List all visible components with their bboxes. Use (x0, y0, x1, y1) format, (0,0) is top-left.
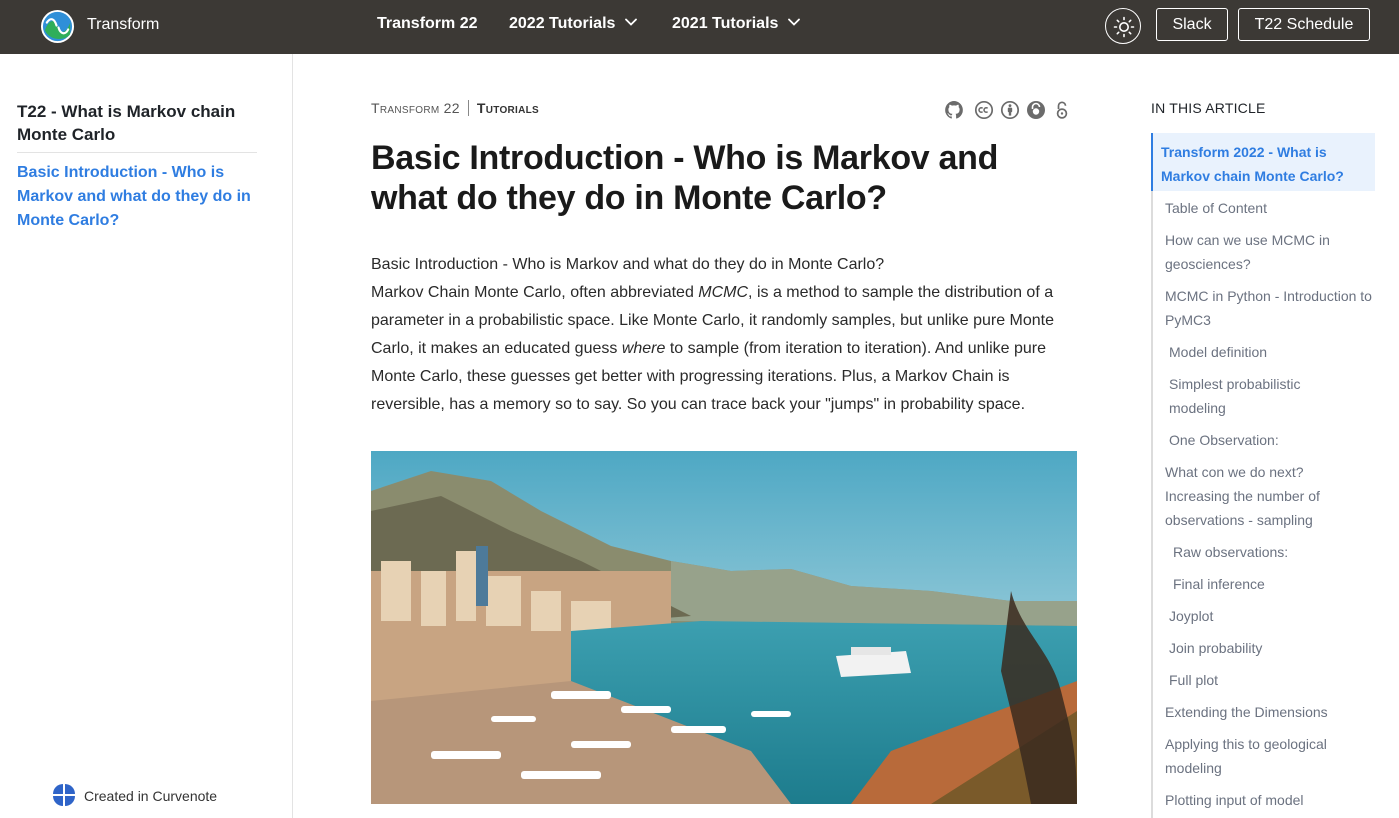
toc-item[interactable]: Raw observations: (1173, 540, 1363, 564)
sun-icon (1113, 16, 1135, 38)
t22-schedule-button[interactable]: T22 Schedule (1238, 8, 1370, 41)
article-emphasis: MCMC (698, 284, 749, 301)
breadcrumb: Transform 22 Tutorials (371, 100, 539, 116)
toc-item[interactable]: How can we use MCMC in geosciences? (1165, 228, 1365, 276)
toc-item[interactable]: Transform 2022 - What is Markov chain Mo… (1151, 133, 1375, 191)
nav-2021-tutorials-label: 2021 Tutorials (672, 15, 779, 32)
toc-item[interactable]: Extending the Dimensions (1165, 700, 1375, 724)
toc-item[interactable]: Final inference (1173, 572, 1363, 596)
by-icon[interactable] (1000, 100, 1020, 120)
nav-2022-tutorials[interactable]: 2022 Tutorials (509, 15, 638, 33)
breadcrumb-divider (467, 100, 469, 116)
top-navbar: Transform Transform 22 2022 Tutorials 20… (0, 0, 1399, 54)
toc-heading: In this article (1151, 100, 1266, 116)
brand-name[interactable]: Transform (87, 16, 159, 34)
toc-item[interactable]: Simplest probabilistic modeling (1169, 372, 1359, 420)
article-text: Markov Chain Monte Carlo, often abbrevia… (371, 284, 699, 301)
transform-logo-icon[interactable] (40, 9, 75, 44)
left-sidebar: T22 - What is Markov chain Monte Carlo B… (0, 54, 293, 818)
open-access-icon[interactable] (1026, 100, 1046, 120)
toc-item[interactable]: Applying this to geological modeling (1165, 732, 1365, 780)
curvenote-logo-icon (53, 784, 75, 806)
github-icon[interactable] (944, 100, 964, 120)
slack-button[interactable]: Slack (1156, 8, 1228, 41)
toc-item[interactable]: MCMC in Python - Introduction to PyMC3 (1165, 284, 1375, 332)
table-of-contents: Transform 2022 - What is Markov chain Mo… (1151, 133, 1375, 818)
toc-item[interactable]: Plotting input of model (1165, 788, 1375, 812)
article-lead: Basic Introduction - Who is Markov and w… (371, 256, 885, 273)
nav-transform-22-label: Transform 22 (377, 15, 478, 32)
cc-icon[interactable] (974, 100, 994, 120)
nav-2022-tutorials-label: 2022 Tutorials (509, 15, 616, 32)
lock-icon[interactable] (1054, 100, 1070, 120)
toc-item[interactable]: Table of Content (1165, 196, 1365, 220)
toc-item[interactable]: What con we do next? Increasing the numb… (1165, 460, 1365, 532)
toc-item[interactable]: Model definition (1169, 340, 1369, 364)
nav-transform-22[interactable]: Transform 22 (377, 15, 477, 33)
sidebar-item-basic-introduction[interactable]: Basic Introduction - Who is Markov and w… (17, 161, 257, 233)
chevron-down-icon (625, 18, 638, 26)
nav-2021-tutorials[interactable]: 2021 Tutorials (672, 15, 801, 33)
chevron-down-icon (788, 18, 801, 26)
monte-carlo-harbor-image (371, 451, 1077, 804)
article-emphasis: where (621, 340, 666, 357)
toc-item[interactable]: One Observation: (1169, 428, 1369, 452)
breadcrumb-section[interactable]: Tutorials (477, 100, 539, 116)
curvenote-credit-label: Created in Curvenote (84, 788, 218, 804)
article-paragraph: Markov Chain Monte Carlo, often abbrevia… (371, 279, 1081, 419)
breadcrumb-venue[interactable]: Transform 22 (371, 100, 460, 116)
article-body: Basic Introduction - Who is Markov and w… (371, 251, 1081, 419)
harbor-illustration (371, 451, 1077, 804)
toc-item[interactable]: Full plot (1169, 668, 1359, 692)
sidebar-project-title[interactable]: T22 - What is Markov chain Monte Carlo (17, 100, 257, 153)
toc-item[interactable]: Joyplot (1169, 604, 1359, 628)
toc-heading-label: In this article (1151, 100, 1266, 116)
toc-item[interactable]: Join probability (1169, 636, 1359, 660)
theme-toggle-button[interactable] (1105, 8, 1141, 44)
article-title: Basic Introduction - Who is Markov and w… (371, 139, 999, 217)
